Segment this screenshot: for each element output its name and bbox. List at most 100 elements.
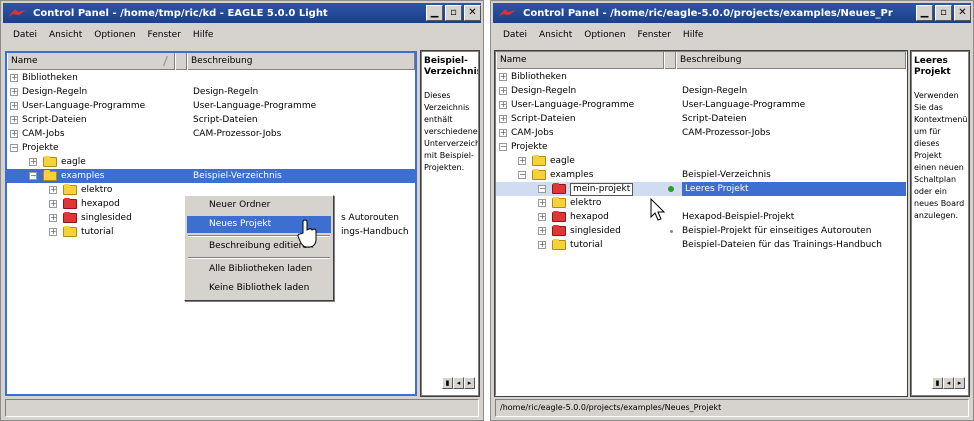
collapse-icon[interactable]: − xyxy=(499,143,507,151)
expand-icon[interactable]: + xyxy=(499,87,507,95)
sort-indicator-icon xyxy=(156,56,168,66)
tree-row-design-regeln[interactable]: + Design-Regeln Design-Regeln xyxy=(7,85,415,99)
expand-icon[interactable]: + xyxy=(499,101,507,109)
menu-optionen[interactable]: Optionen xyxy=(584,30,625,40)
menu-item-keine-bibliothek-laden[interactable]: Keine Bibliothek laden xyxy=(187,280,331,297)
expand-icon[interactable]: + xyxy=(29,158,37,166)
folder-icon xyxy=(532,155,546,166)
tree-row-projekte[interactable]: − Projekte xyxy=(7,141,415,155)
scroll-left-icon[interactable]: ◂ xyxy=(453,377,464,389)
minimize-icon[interactable]: ▁ xyxy=(426,5,443,21)
menu-datei[interactable]: Datei xyxy=(503,30,527,40)
menu-item-alle-bibliotheken-laden[interactable]: Alle Bibliotheken laden xyxy=(187,261,331,278)
control-panel-window-left: Control Panel - /home/tmp/ric/kd - EAGLE… xyxy=(0,0,484,421)
expand-icon[interactable]: + xyxy=(10,102,18,110)
tree-row-eagle[interactable]: + eagle xyxy=(496,154,906,168)
expand-icon[interactable]: + xyxy=(538,227,546,235)
menu-fenster[interactable]: Fenster xyxy=(638,30,671,40)
collapse-icon[interactable]: − xyxy=(518,171,526,179)
column-name-header[interactable]: Name xyxy=(7,53,175,70)
menu-hilfe[interactable]: Hilfe xyxy=(193,30,213,40)
expand-icon[interactable]: + xyxy=(499,115,507,123)
eagle-app-icon xyxy=(497,7,517,19)
tree-row-projekte[interactable]: − Projekte xyxy=(496,140,906,154)
description-title: Leeres Projekt xyxy=(914,56,951,77)
collapse-icon[interactable]: − xyxy=(10,144,18,152)
folder-icon xyxy=(552,197,566,208)
tree-row-tutorial[interactable]: + tutorial Beispiel-Dateien für das Trai… xyxy=(496,238,906,252)
expand-icon[interactable]: + xyxy=(538,241,546,249)
collapse-icon[interactable]: − xyxy=(29,172,37,180)
menu-bar: Datei Ansicht Optionen Fenster Hilfe xyxy=(3,25,481,45)
expand-icon[interactable]: + xyxy=(49,200,57,208)
menu-hilfe[interactable]: Hilfe xyxy=(683,30,703,40)
tree-row-script-dateien[interactable]: + Script-Dateien Script-Dateien xyxy=(7,113,415,127)
tree-row-examples[interactable]: − examples Beispiel-Verzeichnis xyxy=(7,169,415,183)
rename-field[interactable]: mein-projekt xyxy=(570,183,634,196)
project-folder-icon xyxy=(63,212,77,223)
tree-row-mein-projekt[interactable]: − mein-projekt Leeres Projekt xyxy=(496,182,906,196)
project-folder-icon xyxy=(63,198,77,209)
title-bar[interactable]: Control Panel - /home/tmp/ric/kd - EAGLE… xyxy=(3,3,481,23)
scroll-right-icon[interactable]: ▸ xyxy=(464,377,475,389)
description-panel: Leeres Projekt Verwenden Sie das Kontext… xyxy=(910,50,970,397)
scroll-stop-icon[interactable]: ▮ xyxy=(932,377,943,389)
tree-row-user-language[interactable]: + User-Language-Programme User-Language-… xyxy=(7,99,415,113)
expand-icon[interactable]: + xyxy=(538,213,546,221)
description-text: Verwenden Sie das Kontextmenü um für die… xyxy=(914,91,968,220)
tree-row-hexapod[interactable]: + hexapod Hexapod-Beispiel-Projekt xyxy=(496,210,906,224)
scroll-right-icon[interactable]: ▸ xyxy=(954,377,965,389)
scroll-left-icon[interactable]: ◂ xyxy=(943,377,954,389)
arrow-cursor-icon xyxy=(650,198,666,221)
expand-icon[interactable]: + xyxy=(518,157,526,165)
close-icon[interactable]: ✕ xyxy=(954,5,971,21)
menu-bar: Datei Ansicht Optionen Fenster Hilfe xyxy=(493,25,971,45)
status-bar: /home/ric/eagle-5.0.0/projects/examples/… xyxy=(495,399,969,417)
minimize-icon[interactable]: ▁ xyxy=(916,5,933,21)
description-title: Beispiel-Verzeichnis xyxy=(424,56,479,77)
expand-icon[interactable]: + xyxy=(10,116,18,124)
menu-item-neuer-ordner[interactable]: Neuer Ordner xyxy=(187,197,331,214)
menu-optionen[interactable]: Optionen xyxy=(94,30,135,40)
expand-icon[interactable]: + xyxy=(538,199,546,207)
menu-ansicht[interactable]: Ansicht xyxy=(539,30,572,40)
hand-cursor-icon xyxy=(297,219,317,248)
expand-icon[interactable]: + xyxy=(499,73,507,81)
expand-icon[interactable]: + xyxy=(49,186,57,194)
column-description-header[interactable]: Beschreibung xyxy=(676,52,906,69)
expand-icon[interactable]: + xyxy=(499,129,507,137)
maximize-icon[interactable]: ▫ xyxy=(935,5,952,21)
folder-icon xyxy=(552,239,566,250)
tree-row-script-dateien[interactable]: + Script-Dateien Script-Dateien xyxy=(496,112,906,126)
column-spacer xyxy=(175,53,187,70)
close-icon[interactable]: ✕ xyxy=(464,5,481,21)
menu-fenster[interactable]: Fenster xyxy=(148,30,181,40)
tree-row-elektro[interactable]: + elektro xyxy=(496,196,906,210)
scroll-stop-icon[interactable]: ▮ xyxy=(442,377,453,389)
maximize-icon[interactable]: ▫ xyxy=(445,5,462,21)
tree-row-singlesided[interactable]: + singlesided Beispiel-Projekt für einse… xyxy=(496,224,906,238)
tree-row-bibliotheken[interactable]: + Bibliotheken xyxy=(496,70,906,84)
expand-icon[interactable]: + xyxy=(10,88,18,96)
window-title: Control Panel - /home/ric/eagle-5.0.0/pr… xyxy=(523,7,893,19)
menu-ansicht[interactable]: Ansicht xyxy=(49,30,82,40)
expand-icon[interactable]: + xyxy=(10,130,18,138)
column-description-header[interactable]: Beschreibung xyxy=(187,53,415,70)
column-name-header[interactable]: Name xyxy=(496,52,664,69)
tree-row-examples[interactable]: − examples Beispiel-Verzeichnis xyxy=(496,168,906,182)
tree-row-bibliotheken[interactable]: + Bibliotheken xyxy=(7,71,415,85)
title-bar[interactable]: Control Panel - /home/ric/eagle-5.0.0/pr… xyxy=(493,3,971,23)
expand-icon[interactable]: + xyxy=(49,228,57,236)
folder-icon xyxy=(43,170,57,181)
collapse-icon[interactable]: − xyxy=(538,185,546,193)
tree-row-design-regeln[interactable]: + Design-Regeln Design-Regeln xyxy=(496,84,906,98)
tree-row-user-language[interactable]: + User-Language-Programme User-Language-… xyxy=(496,98,906,112)
expand-icon[interactable]: + xyxy=(10,74,18,82)
tree-row-cam-jobs[interactable]: + CAM-Jobs CAM-Prozessor-Jobs xyxy=(7,127,415,141)
expand-icon[interactable]: + xyxy=(49,214,57,222)
tree-view[interactable]: Name Beschreibung + Bibliotheken + Desig… xyxy=(494,50,908,397)
tree-row-cam-jobs[interactable]: + CAM-Jobs CAM-Prozessor-Jobs xyxy=(496,126,906,140)
tree-row-eagle[interactable]: + eagle xyxy=(7,155,415,169)
menu-datei[interactable]: Datei xyxy=(13,30,37,40)
column-header: Name Beschreibung xyxy=(7,53,415,70)
